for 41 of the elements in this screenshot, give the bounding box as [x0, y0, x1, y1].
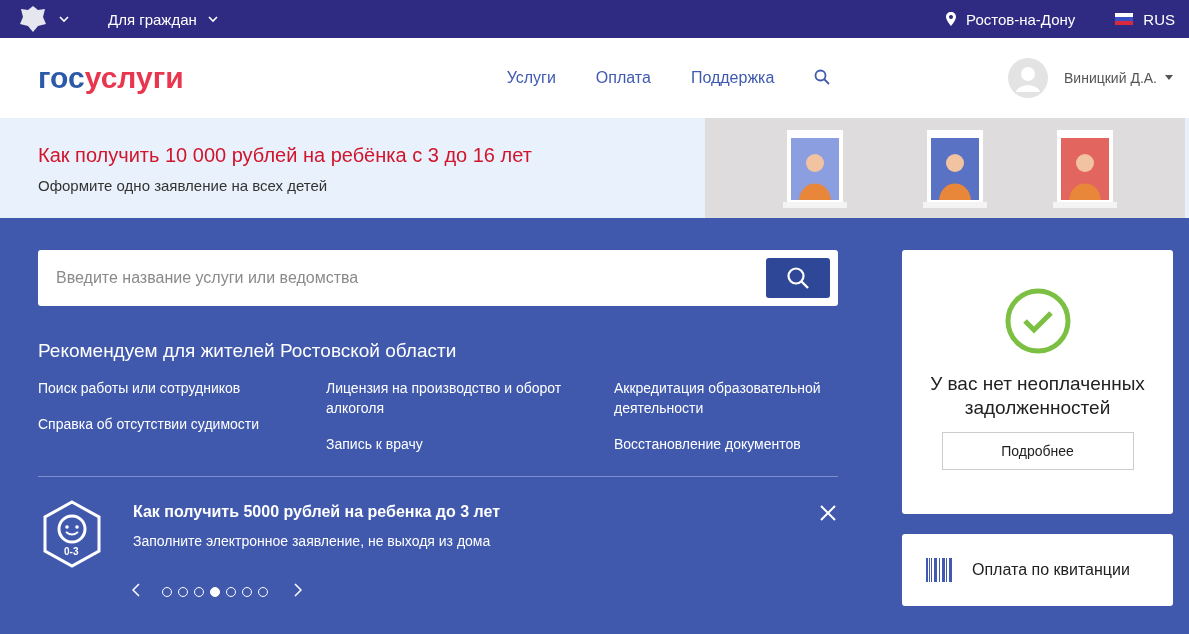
- avatar-icon: [1008, 58, 1048, 98]
- barcode-icon: [926, 558, 952, 582]
- flag-icon: [1115, 13, 1134, 25]
- service-link[interactable]: Запись к врачу: [326, 434, 614, 454]
- chevron-down-icon: [206, 14, 219, 24]
- promo-text: Заполните электронное заявление, не выходя из дома: [133, 533, 492, 549]
- service-link[interactable]: Лицензия на производство и оборот алкоголя: [326, 378, 614, 418]
- city-selector[interactable]: Ростов-на-Дону: [946, 10, 1076, 28]
- banner-subtitle: Оформите одно заявление на всех детей: [38, 177, 329, 194]
- age-label: 0-3: [64, 546, 79, 557]
- nav-link[interactable]: Услуги: [506, 69, 556, 87]
- emblem-icon: [18, 4, 48, 34]
- search-button[interactable]: [766, 258, 830, 298]
- chevron-left-icon: [132, 583, 140, 597]
- search-icon: [786, 266, 810, 290]
- service-link[interactable]: Справка об отсутствии судимости: [38, 414, 326, 434]
- service-link[interactable]: Поиск работы или сотрудников: [38, 378, 326, 398]
- close-icon: [820, 505, 836, 521]
- carousel-dot[interactable]: [210, 586, 220, 597]
- language-selector[interactable]: RUS: [1115, 10, 1175, 28]
- receipt-payment-button[interactable]: Оплата по квитанции: [902, 534, 1173, 606]
- section-title: Рекомендуем для жителей Ростовской области: [38, 340, 458, 362]
- checkmark-circle-icon: [1004, 288, 1071, 354]
- service-link[interactable]: Аккредитация образовательной деятельности: [614, 378, 838, 418]
- banner-title: Как получить 10 000 рублей на ребёнка с 3 до 16 лет: [38, 144, 532, 167]
- caret-icon: [1165, 75, 1173, 81]
- location-pin-icon: [946, 12, 957, 26]
- logo[interactable]: госуслуги: [38, 61, 184, 95]
- chevron-right-icon: [294, 583, 302, 597]
- audience-dropdown[interactable]: Для граждан: [108, 10, 219, 28]
- user-menu[interactable]: Виницкий Д.А.: [1008, 58, 1173, 98]
- nav-link[interactable]: Поддержка: [690, 69, 775, 87]
- search-field[interactable]: Введите название услуги или ведомства: [38, 250, 838, 306]
- status-text: У вас нет неоплаченных задолженностей: [929, 372, 1146, 420]
- chevron-down-icon: [58, 14, 70, 24]
- details-button[interactable]: Подробнее: [941, 432, 1134, 470]
- service-link[interactable]: Восстановление документов: [614, 434, 838, 454]
- search-icon: [814, 68, 831, 85]
- nav-link[interactable]: Оплата: [595, 69, 651, 87]
- promo-banner[interactable]: Как получить 10 000 рублей на ребёнка с 3 до 16 лет Оформите одно заявление на всех детей: [0, 118, 1189, 218]
- promo-title: Как получить 5000 рублей на ребенка до 3 лет: [133, 503, 502, 521]
